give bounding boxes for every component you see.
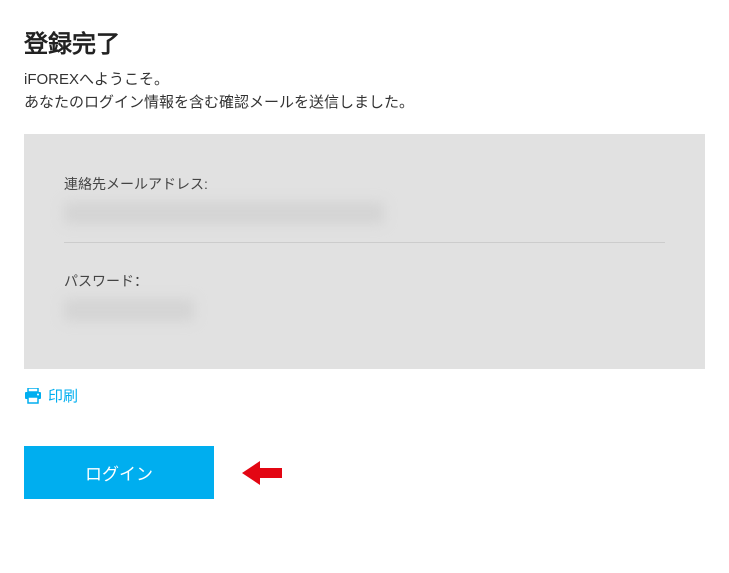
login-info-panel: 連絡先メールアドレス: パスワード：	[24, 134, 705, 369]
print-label: 印刷	[48, 385, 78, 406]
email-label: 連絡先メールアドレス:	[64, 174, 665, 194]
button-row: ログイン	[24, 446, 705, 499]
page-title: 登録完了	[24, 24, 705, 59]
password-label: パスワード：	[64, 271, 665, 291]
confirmation-text: あなたのログイン情報を含む確認メールを送信しました。	[24, 92, 705, 115]
divider	[64, 242, 665, 243]
email-field-group: 連絡先メールアドレス:	[64, 174, 665, 224]
password-value-redacted	[64, 299, 194, 321]
welcome-text: iFOREXへようこそ。	[24, 69, 705, 92]
print-link[interactable]: 印刷	[24, 385, 78, 406]
password-field-group: パスワード：	[64, 271, 665, 321]
arrow-left-icon	[242, 459, 282, 487]
email-value-redacted	[64, 202, 384, 224]
print-row: 印刷	[24, 385, 705, 406]
printer-icon	[24, 388, 42, 404]
login-button[interactable]: ログイン	[24, 446, 214, 499]
